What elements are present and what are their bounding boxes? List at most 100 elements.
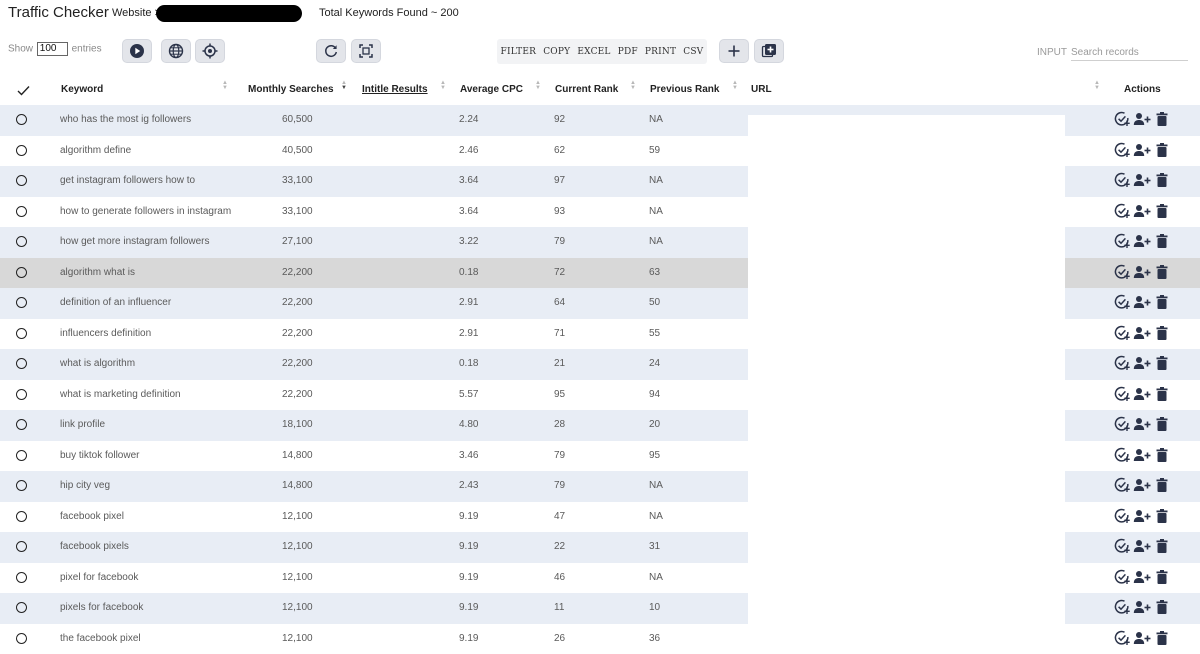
row-select-radio[interactable] bbox=[16, 480, 27, 491]
sort-icon[interactable]: ▲ ▼ bbox=[535, 80, 541, 91]
csv-button[interactable]: CSV bbox=[683, 47, 703, 57]
row-select-radio[interactable] bbox=[16, 175, 27, 186]
trash-icon[interactable] bbox=[1154, 233, 1170, 249]
select-all-check-icon[interactable] bbox=[17, 85, 30, 96]
check-plus-icon[interactable] bbox=[1114, 294, 1130, 310]
add-person-icon[interactable] bbox=[1133, 233, 1151, 249]
check-plus-icon[interactable] bbox=[1114, 355, 1130, 371]
target-button[interactable] bbox=[195, 39, 225, 63]
row-select-radio[interactable] bbox=[16, 297, 27, 308]
add-button[interactable] bbox=[719, 39, 749, 63]
row-select-radio[interactable] bbox=[16, 602, 27, 613]
copy-button[interactable]: COPY bbox=[543, 47, 570, 57]
row-select-radio[interactable] bbox=[16, 632, 27, 644]
row-select-radio[interactable] bbox=[16, 205, 27, 217]
check-plus-icon[interactable] bbox=[1114, 386, 1130, 402]
trash-icon[interactable] bbox=[1154, 538, 1170, 554]
trash-icon[interactable] bbox=[1154, 508, 1170, 524]
row-select-radio[interactable] bbox=[16, 541, 27, 552]
trash-icon[interactable] bbox=[1154, 172, 1170, 188]
header-keyword[interactable]: Keyword bbox=[61, 84, 103, 95]
trash-icon[interactable] bbox=[1154, 203, 1170, 219]
add-person-icon[interactable] bbox=[1133, 172, 1151, 188]
check-plus-icon[interactable] bbox=[1114, 325, 1130, 341]
check-plus-icon[interactable] bbox=[1114, 416, 1130, 432]
trash-icon[interactable] bbox=[1154, 264, 1170, 280]
row-select-radio[interactable] bbox=[16, 327, 27, 339]
sort-icon[interactable]: ▲ ▼ bbox=[1094, 80, 1100, 91]
search-input[interactable] bbox=[1071, 45, 1188, 61]
add-person-icon[interactable] bbox=[1133, 447, 1151, 463]
sort-icon[interactable]: ▲ ▼ bbox=[341, 80, 347, 91]
trash-icon[interactable] bbox=[1154, 447, 1170, 463]
check-plus-icon[interactable] bbox=[1114, 142, 1130, 158]
trash-icon[interactable] bbox=[1154, 416, 1170, 432]
check-plus-icon[interactable] bbox=[1114, 233, 1130, 249]
check-plus-icon[interactable] bbox=[1114, 569, 1130, 585]
add-person-icon[interactable] bbox=[1133, 142, 1151, 158]
add-person-icon[interactable] bbox=[1133, 294, 1151, 310]
check-plus-icon[interactable] bbox=[1114, 508, 1130, 524]
add-box-button[interactable] bbox=[754, 39, 784, 63]
check-plus-icon[interactable] bbox=[1114, 477, 1130, 493]
header-intitle-results[interactable]: Intitle Results bbox=[362, 84, 428, 95]
row-select-radio[interactable] bbox=[16, 449, 27, 461]
add-person-icon[interactable] bbox=[1133, 355, 1151, 371]
trash-icon[interactable] bbox=[1154, 294, 1170, 310]
add-person-icon[interactable] bbox=[1133, 630, 1151, 646]
add-person-icon[interactable] bbox=[1133, 264, 1151, 280]
row-select-radio[interactable] bbox=[16, 388, 27, 400]
header-average-cpc[interactable]: Average CPC bbox=[460, 84, 523, 95]
check-plus-icon[interactable] bbox=[1114, 538, 1130, 554]
play-button[interactable] bbox=[122, 39, 152, 63]
fullscreen-button[interactable] bbox=[351, 39, 381, 63]
add-person-icon[interactable] bbox=[1133, 569, 1151, 585]
add-person-icon[interactable] bbox=[1133, 416, 1151, 432]
add-person-icon[interactable] bbox=[1133, 203, 1151, 219]
check-plus-icon[interactable] bbox=[1114, 203, 1130, 219]
globe-button[interactable] bbox=[161, 39, 191, 63]
entries-input[interactable]: 100 bbox=[36, 42, 68, 56]
header-monthly-searches[interactable]: Monthly Searches bbox=[248, 84, 334, 95]
sort-icon[interactable]: ▲ ▼ bbox=[440, 80, 446, 91]
excel-button[interactable]: EXCEL bbox=[577, 47, 610, 57]
check-plus-icon[interactable] bbox=[1114, 599, 1130, 615]
trash-icon[interactable] bbox=[1154, 355, 1170, 371]
add-person-icon[interactable] bbox=[1133, 386, 1151, 402]
row-select-radio[interactable] bbox=[16, 358, 27, 369]
check-plus-icon[interactable] bbox=[1114, 111, 1130, 127]
trash-icon[interactable] bbox=[1154, 569, 1170, 585]
check-plus-icon[interactable] bbox=[1114, 264, 1130, 280]
check-plus-icon[interactable] bbox=[1114, 630, 1130, 646]
check-plus-icon[interactable] bbox=[1114, 172, 1130, 188]
row-select-radio[interactable] bbox=[16, 144, 27, 156]
header-previous-rank[interactable]: Previous Rank bbox=[650, 84, 719, 95]
header-url[interactable]: URL bbox=[751, 84, 772, 95]
print-button[interactable]: PRINT bbox=[645, 47, 676, 57]
trash-icon[interactable] bbox=[1154, 477, 1170, 493]
add-person-icon[interactable] bbox=[1133, 599, 1151, 615]
add-person-icon[interactable] bbox=[1133, 111, 1151, 127]
row-select-radio[interactable] bbox=[16, 419, 27, 430]
sort-icon[interactable]: ▲ ▼ bbox=[630, 80, 636, 91]
trash-icon[interactable] bbox=[1154, 111, 1170, 127]
trash-icon[interactable] bbox=[1154, 630, 1170, 646]
trash-icon[interactable] bbox=[1154, 142, 1170, 158]
add-person-icon[interactable] bbox=[1133, 325, 1151, 341]
row-select-radio[interactable] bbox=[16, 510, 27, 522]
add-person-icon[interactable] bbox=[1133, 538, 1151, 554]
check-plus-icon[interactable] bbox=[1114, 447, 1130, 463]
row-select-radio[interactable] bbox=[16, 236, 27, 247]
trash-icon[interactable] bbox=[1154, 386, 1170, 402]
filter-button[interactable]: FILTER bbox=[501, 47, 537, 57]
header-current-rank[interactable]: Current Rank bbox=[555, 84, 618, 95]
trash-icon[interactable] bbox=[1154, 325, 1170, 341]
pdf-button[interactable]: PDF bbox=[618, 47, 638, 57]
row-select-radio[interactable] bbox=[16, 571, 27, 583]
refresh-button[interactable] bbox=[316, 39, 346, 63]
add-person-icon[interactable] bbox=[1133, 477, 1151, 493]
sort-icon[interactable]: ▲ ▼ bbox=[222, 80, 228, 91]
row-select-radio[interactable] bbox=[16, 266, 27, 278]
sort-icon[interactable]: ▲ ▼ bbox=[732, 80, 738, 91]
row-select-radio[interactable] bbox=[16, 114, 27, 125]
